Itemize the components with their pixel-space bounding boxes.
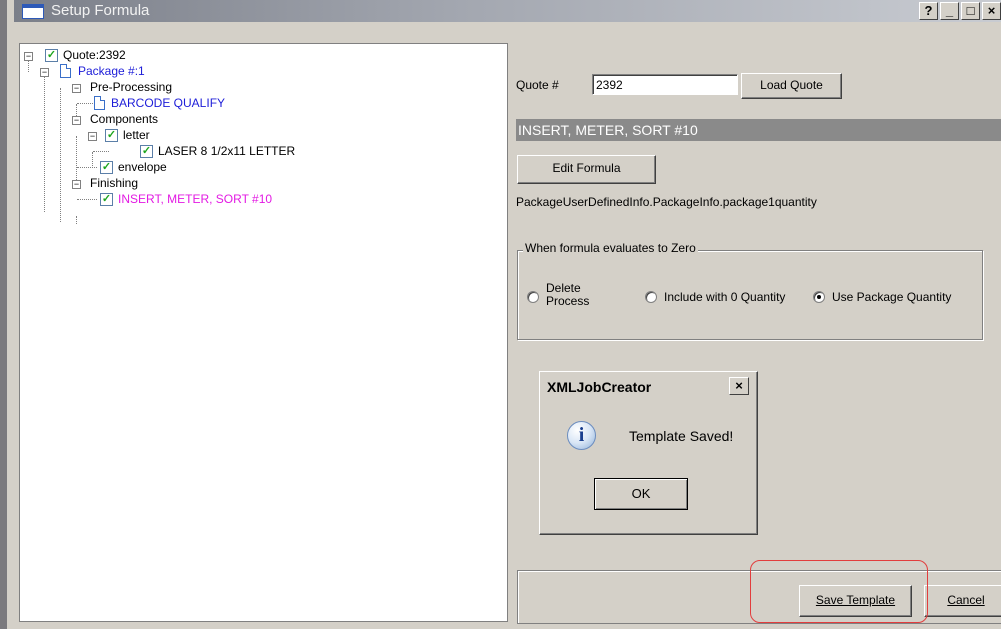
delete-process-label[interactable]: Delete Process [546, 282, 589, 308]
collapse-letter-icon[interactable]: − [88, 132, 97, 141]
edit-formula-button[interactable]: Edit Formula [517, 155, 656, 184]
window-icon [22, 4, 44, 19]
document-icon [94, 96, 105, 110]
save-template-highlight [750, 560, 928, 623]
formula-text: PackageUserDefinedInfo.PackageInfo.packa… [516, 195, 817, 209]
selected-process-header: INSERT, METER, SORT #10 [516, 119, 1001, 141]
insert-checkbox[interactable]: ✓ [100, 193, 113, 206]
tree-node-quote[interactable]: Quote:2392 [63, 47, 126, 63]
dialog-title: XMLJobCreator [547, 379, 652, 395]
tree-node-insert-meter-sort[interactable]: INSERT, METER, SORT #10 [118, 191, 272, 207]
help-button[interactable]: ? [919, 2, 938, 20]
load-quote-button[interactable]: Load Quote [741, 73, 842, 99]
minimize-button[interactable]: _ [940, 2, 959, 20]
template-saved-dialog: XMLJobCreator × i Template Saved! OK [539, 371, 758, 535]
window-title: Setup Formula [51, 2, 150, 19]
tree-node-package[interactable]: Package #:1 [78, 63, 145, 79]
quote-checkbox[interactable]: ✓ [45, 49, 58, 62]
dialog-message: Template Saved! [629, 428, 734, 444]
include-zero-quantity-label[interactable]: Include with 0 Quantity [664, 290, 785, 304]
include-zero-quantity-radio[interactable] [645, 291, 657, 303]
maximize-button[interactable]: □ [961, 2, 980, 20]
letter-checkbox[interactable]: ✓ [105, 129, 118, 142]
tree-node-finishing[interactable]: Finishing [90, 175, 138, 191]
laser-checkbox[interactable]: ✓ [140, 145, 153, 158]
delete-process-radio[interactable] [527, 291, 539, 303]
tree-node-components[interactable]: Components [90, 111, 158, 127]
setup-formula-window: Setup Formula ? _ □ × − ✓ Quote:2392 − P… [0, 0, 1001, 629]
collapse-finishing-icon[interactable]: − [72, 180, 81, 189]
close-button[interactable]: × [982, 2, 1001, 20]
tree-node-preprocessing[interactable]: Pre-Processing [90, 79, 172, 95]
quote-label: Quote # [516, 78, 559, 92]
collapse-preprocessing-icon[interactable]: − [72, 84, 81, 93]
tree-node-barcode-qualify[interactable]: BARCODE QUALIFY [111, 95, 225, 111]
quote-number-input[interactable] [592, 74, 738, 95]
collapse-components-icon[interactable]: − [72, 116, 81, 125]
tree-node-envelope[interactable]: envelope [118, 159, 167, 175]
envelope-checkbox[interactable]: ✓ [100, 161, 113, 174]
collapse-package-icon[interactable]: − [40, 68, 49, 77]
use-package-quantity-label[interactable]: Use Package Quantity [832, 290, 951, 304]
info-icon: i [567, 421, 596, 450]
cancel-button[interactable]: Cancel [924, 585, 1001, 617]
process-tree[interactable]: − ✓ Quote:2392 − Package #:1 − Pre-Proce… [19, 43, 508, 622]
use-package-quantity-radio[interactable] [813, 291, 825, 303]
document-icon [60, 64, 71, 78]
dialog-close-button[interactable]: × [729, 377, 749, 395]
zero-evaluation-group-title: When formula evaluates to Zero [523, 241, 698, 255]
tree-node-letter[interactable]: letter [123, 127, 150, 143]
ok-button[interactable]: OK [594, 478, 688, 510]
tree-node-laser-letter[interactable]: LASER 8 1/2x11 LETTER [158, 143, 295, 159]
title-bar: Setup Formula ? _ □ × [14, 0, 1001, 22]
collapse-quote-icon[interactable]: − [24, 52, 33, 61]
